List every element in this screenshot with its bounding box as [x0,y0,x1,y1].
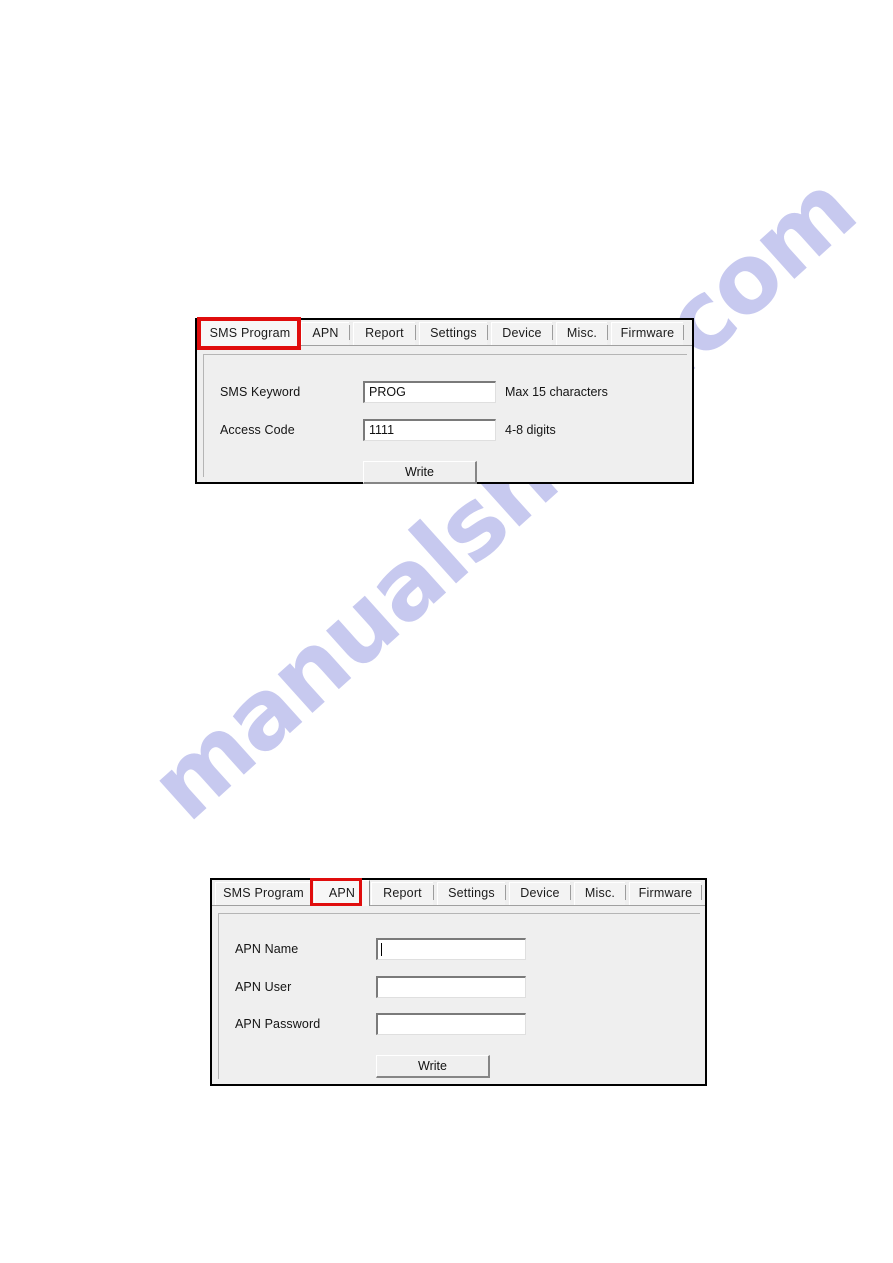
tab-separator [415,325,416,340]
tab-apn[interactable]: APN [301,322,349,345]
tab-separator [552,325,553,340]
sms-keyword-label: SMS Keyword [220,385,301,399]
tab-apn[interactable]: APN [314,880,370,906]
tab-report[interactable]: Report [371,882,433,905]
tab-strip-2: SMS Program APN Report Settings Device M… [212,880,705,906]
sms-program-dialog: SMS Program APN Report Settings Device M… [195,318,694,484]
tab-firmware[interactable]: Firmware [629,882,701,905]
apn-name-label: APN Name [235,942,299,956]
tab-separator [487,325,488,340]
tab-firmware[interactable]: Firmware [611,322,683,345]
apn-user-label: APN User [235,980,292,994]
apn-name-input[interactable] [376,938,526,960]
write-button[interactable]: Write [376,1055,490,1078]
tab-separator [683,325,684,340]
tab-separator [570,885,571,900]
apn-password-label: APN Password [235,1017,321,1031]
tab-settings[interactable]: Settings [419,322,487,345]
sms-keyword-input[interactable]: PROG [363,381,496,403]
access-code-label: Access Code [220,423,295,437]
tab-separator [349,325,350,340]
tab-misc[interactable]: Misc. [556,322,607,345]
tab-separator [625,885,626,900]
tab-strip-underline [212,905,705,906]
tab-device[interactable]: Device [509,882,570,905]
tab-sms-program[interactable]: SMS Program [215,882,311,905]
tab-strip-1: SMS Program APN Report Settings Device M… [197,320,692,346]
tab-separator [607,325,608,340]
access-code-input[interactable]: 1111 [363,419,496,441]
sms-keyword-hint: Max 15 characters [505,385,608,399]
tab-settings[interactable]: Settings [437,882,505,905]
tab-separator [505,885,506,900]
apn-dialog: SMS Program APN Report Settings Device M… [210,878,707,1086]
apn-user-input[interactable] [376,976,526,998]
write-button[interactable]: Write [363,461,477,484]
access-code-hint: 4-8 digits [505,423,556,437]
tab-separator [701,885,702,900]
apn-password-input[interactable] [376,1013,526,1035]
tab-sms-program[interactable]: SMS Program [200,320,300,346]
tab-device[interactable]: Device [491,322,552,345]
tab-separator [433,885,434,900]
document-page: SMS Program APN Report Settings Device M… [0,0,893,1263]
tab-report[interactable]: Report [353,322,415,345]
sms-program-panel-body: SMS Keyword PROG Max 15 characters Acces… [203,354,687,484]
tab-misc[interactable]: Misc. [574,882,625,905]
apn-panel-body: APN Name APN User APN Password Write [218,913,700,1079]
